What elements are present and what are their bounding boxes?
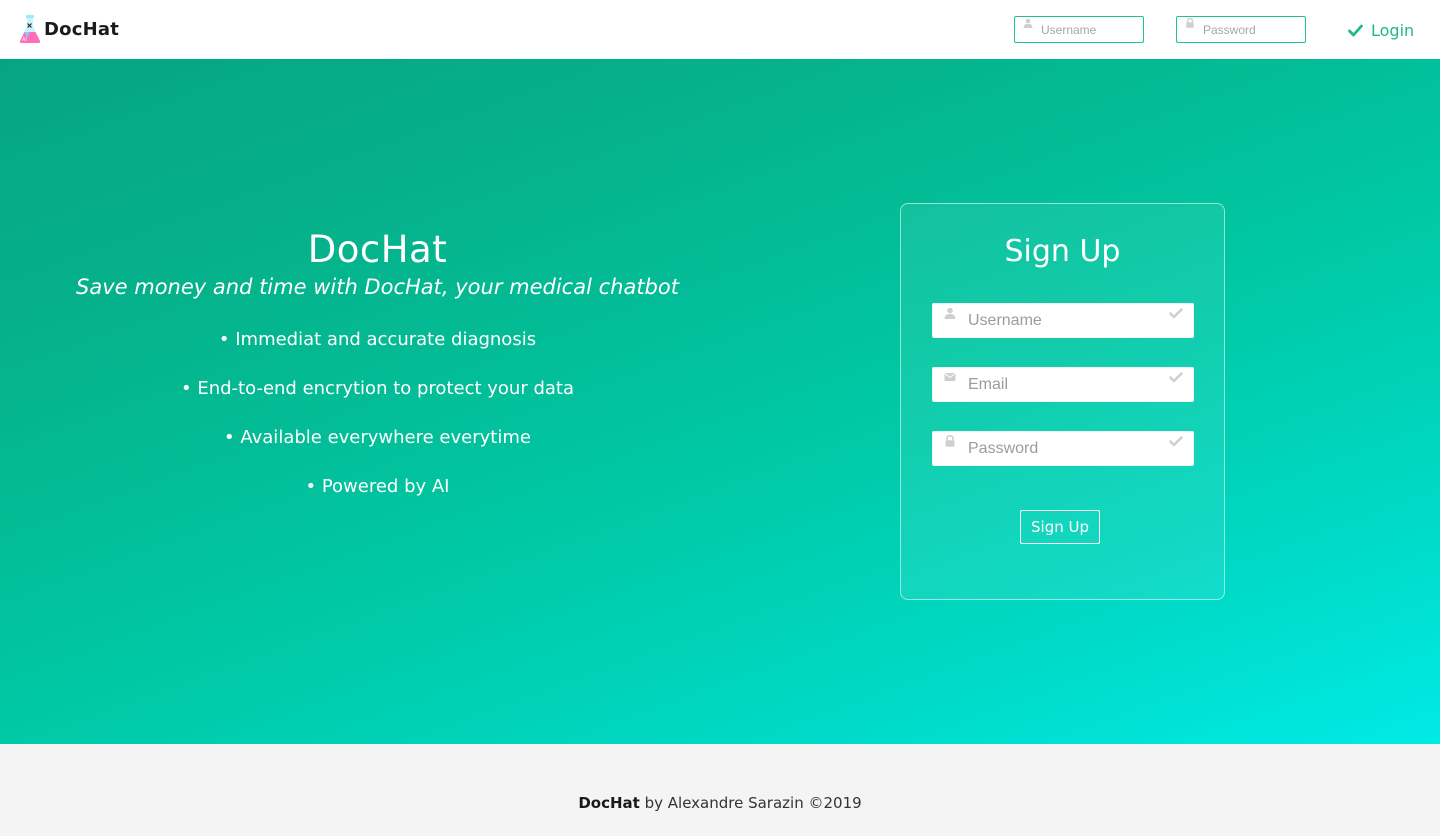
signup-title: Sign Up <box>1004 234 1121 269</box>
login-button[interactable]: Login <box>1348 19 1414 41</box>
nav-password-input[interactable] <box>1203 21 1301 39</box>
navbar: AI DocHat Login <box>0 0 1440 59</box>
feature-item: • Available everywhere everytime <box>224 427 531 448</box>
footer-brand: DocHat <box>578 794 640 812</box>
nav-username-field[interactable] <box>1014 16 1144 43</box>
check-icon <box>1169 436 1183 447</box>
signup-username-input[interactable] <box>968 310 1158 332</box>
check-icon <box>1348 24 1363 36</box>
check-icon <box>1169 372 1183 383</box>
hero-section: DocHat Save money and time with DocHat, … <box>0 59 1440 744</box>
signup-password-input[interactable] <box>968 438 1158 460</box>
footer-credit-text: by Alexandre Sarazin ©2019 <box>639 794 862 812</box>
brand-name: DocHat <box>44 18 119 40</box>
svg-text:AI: AI <box>22 37 27 43</box>
user-icon <box>1023 18 1033 28</box>
flask-logo-icon: AI <box>19 15 41 43</box>
user-icon <box>944 307 956 319</box>
feature-item: • Immediat and accurate diagnosis <box>218 329 537 350</box>
hero-title: DocHat <box>307 228 448 271</box>
hero-tagline: Save money and time with DocHat, your me… <box>76 275 679 299</box>
lock-icon <box>1186 18 1194 28</box>
nav-username-input[interactable] <box>1041 21 1139 39</box>
signup-email-field[interactable] <box>932 367 1194 402</box>
footer: DocHat by Alexandre Sarazin ©2019 <box>0 744 1440 836</box>
envelope-icon <box>944 373 956 381</box>
footer-credit: DocHat by Alexandre Sarazin ©2019 <box>0 794 1440 812</box>
feature-list: • Immediat and accurate diagnosis • End-… <box>40 327 715 500</box>
signup-card: Sign Up Username Email Sign Up <box>900 203 1225 600</box>
feature-item: • Powered by AI <box>305 476 450 497</box>
login-label: Login <box>1371 20 1415 40</box>
intro: DocHat Save money and time with DocHat, … <box>40 227 715 523</box>
check-icon <box>1169 308 1183 319</box>
signup-username-field[interactable] <box>932 303 1194 338</box>
signup-email-input[interactable] <box>968 374 1158 396</box>
nav-password-field[interactable] <box>1176 16 1306 43</box>
feature-item: • End-to-end encrytion to protect your d… <box>181 378 574 399</box>
signup-button[interactable]: Sign Up <box>1020 510 1100 544</box>
signup-password-field[interactable] <box>932 431 1194 466</box>
brand[interactable]: AI DocHat <box>18 14 119 44</box>
lock-icon <box>945 435 955 447</box>
